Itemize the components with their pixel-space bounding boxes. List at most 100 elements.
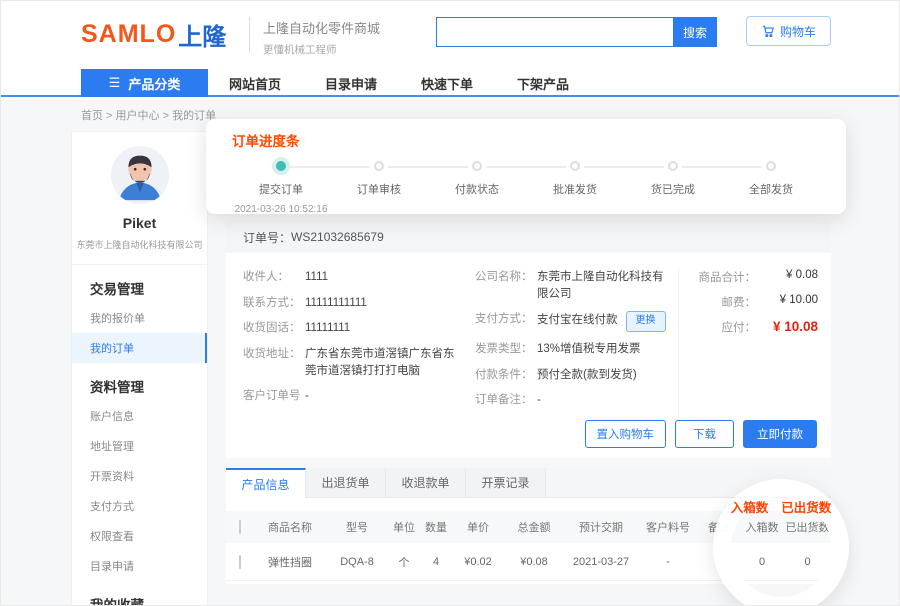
breadcrumb[interactable]: 首页 > 用户中心 > 我的订单 — [81, 107, 216, 123]
category-label: 产品分类 — [128, 74, 180, 93]
step-dot — [668, 161, 678, 171]
tab-shipment-returns[interactable]: 出退货单 — [306, 468, 386, 498]
search-input[interactable] — [436, 17, 673, 47]
header: SAMLO 上隆 上隆自动化零件商城 更懂机械工程师 搜索 购物车 — [1, 1, 899, 69]
field-label: 订单备注： — [475, 392, 537, 409]
col-header: 总金额 — [504, 519, 564, 535]
sidebar-item-invoice-info[interactable]: 开票资料 — [72, 461, 207, 491]
order-detail-card: 订单号： WS21032685679 收件人：1111 联系方式：1111111… — [226, 221, 831, 458]
sidebar-item-my-quotes[interactable]: 我的报价单 — [72, 303, 207, 333]
nav-link-offshelf[interactable]: 下架产品 — [517, 74, 569, 93]
step-label: 订单审核 — [357, 181, 401, 197]
search-button[interactable]: 搜索 — [673, 17, 717, 47]
table-row: 弹性挡圈 DQA-8 个 4 ¥0.02 ¥0.08 2021-03-27 - … — [226, 543, 831, 581]
nav-links: 网站首页 目录申请 快速下单 下架产品 — [229, 69, 569, 97]
logo-cn-text: 上隆 — [178, 17, 226, 52]
tab-product-info[interactable]: 产品信息 — [226, 468, 306, 498]
page: SAMLO 上隆 上隆自动化零件商城 更懂机械工程师 搜索 购物车 ☰ 产品分类… — [0, 0, 900, 606]
sidebar-item-my-orders[interactable]: 我的订单 — [72, 333, 207, 363]
tab-payment-refunds[interactable]: 收退款单 — [386, 468, 466, 498]
step-time: 2021-03-26 10:52:16 — [235, 204, 328, 215]
payment-method-value: 支付宝在线付款更换 — [537, 311, 678, 332]
field-label: 客户订单号 — [243, 388, 305, 405]
cell-remark: - — [698, 556, 740, 568]
sidebar-item-catalog-apply[interactable]: 目录申请 — [72, 551, 207, 581]
row-checkbox[interactable] — [239, 555, 241, 569]
step-submit-order: 提交订单 2021-03-26 10:52:16 — [232, 161, 330, 215]
order-number-label: 订单号： — [243, 229, 291, 246]
address-value: 广东省东莞市道滘镇广东省东莞市道滘镇打打打电脑 — [305, 346, 475, 379]
sidebar-item-permission[interactable]: 权限查看 — [72, 521, 207, 551]
user-name: Piket — [72, 215, 207, 231]
sidebar-item-address[interactable]: 地址管理 — [72, 431, 207, 461]
cell-boxes-in: 0 — [740, 556, 784, 568]
product-category-button[interactable]: ☰ 产品分类 — [81, 69, 208, 97]
step-label: 全部发货 — [749, 181, 793, 197]
search-bar: 搜索 — [436, 17, 717, 47]
avatar[interactable] — [111, 146, 169, 204]
landline-value: 11111111 — [305, 320, 475, 337]
col-header: 已出货数 — [784, 519, 831, 535]
tab-filler — [546, 468, 831, 498]
order-actions: 置入购物车 下载 立即付款 — [585, 420, 818, 448]
cell-unit-price: ¥0.02 — [452, 556, 504, 568]
col-header: 客户料号 — [638, 519, 698, 535]
content-area: 首页 > 用户中心 > 我的订单 订单进度条 提交订单 2021-03-26 1… — [1, 99, 900, 606]
progress-steps: 提交订单 2021-03-26 10:52:16 订单审核 付款状态 批准发货 — [232, 161, 820, 215]
tab-strip: 产品信息 出退货单 收退款单 开票记录 — [226, 468, 831, 498]
field-label: 收货地址： — [243, 346, 305, 379]
logo[interactable]: SAMLO 上隆 — [81, 17, 226, 52]
order-number-band: 订单号： WS21032685679 — [226, 221, 831, 253]
customer-po-value: - — [305, 388, 475, 405]
field-label: 付款条件： — [475, 367, 537, 384]
nav-link-home[interactable]: 网站首页 — [229, 74, 281, 93]
cart-button[interactable]: 购物车 — [746, 16, 831, 46]
sidebar-item-payment-method[interactable]: 支付方式 — [72, 491, 207, 521]
cell-shipped-qty: 0 — [784, 556, 831, 568]
receiver-value: 1111 — [305, 269, 475, 286]
step-dot — [472, 161, 482, 171]
cell-delivery-date: 2021-03-27 — [564, 556, 638, 568]
step-all-shipped: 全部发货 — [722, 161, 820, 215]
field-label: 收件人： — [243, 269, 305, 286]
download-button[interactable]: 下载 — [675, 420, 734, 448]
payment-terms-value: 预付全款(款到发货) — [537, 367, 678, 384]
change-payment-button[interactable]: 更换 — [626, 311, 666, 332]
user-sidebar: Piket 东莞市上隆自动化科技有限公司 交易管理 我的报价单 我的订单 资料管… — [71, 131, 208, 606]
cart-label: 购物车 — [780, 23, 816, 40]
order-number-value: WS21032685679 — [291, 230, 384, 244]
payment-method-text: 支付宝在线付款 — [537, 314, 618, 326]
col-header: 单位 — [388, 519, 420, 535]
step-label: 货已完成 — [651, 181, 695, 197]
col-header: 单价 — [452, 519, 504, 535]
menu-section-favorites: 我的收藏 — [72, 581, 207, 606]
products-section: 产品信息 出退货单 收退款单 开票记录 商品名称 型号 单位 数量 单价 总金额… — [226, 468, 831, 584]
tab-invoice-records[interactable]: 开票记录 — [466, 468, 546, 498]
avatar-block: Piket 东莞市上隆自动化科技有限公司 — [72, 132, 207, 251]
details-left-column: 收件人：1111 联系方式：11111111111 收货固话：11111111 … — [243, 269, 475, 418]
tagline: 上隆自动化零件商城 更懂机械工程师 — [263, 18, 380, 57]
order-remark-value: - — [537, 392, 678, 409]
add-to-cart-button[interactable]: 置入购物车 — [585, 420, 667, 448]
main-nav: ☰ 产品分类 网站首页 目录申请 快速下单 下架产品 — [1, 69, 899, 97]
pay-now-button[interactable]: 立即付款 — [743, 420, 817, 448]
step-label: 批准发货 — [553, 181, 597, 197]
sidebar-item-account-info[interactable]: 账户信息 — [72, 401, 207, 431]
nav-link-catalog-apply[interactable]: 目录申请 — [325, 74, 377, 93]
step-dot — [766, 161, 776, 171]
cart-icon — [761, 24, 775, 38]
col-header: 预计交期 — [564, 519, 638, 535]
order-details: 收件人：1111 联系方式：11111111111 收货固话：11111111 … — [226, 253, 831, 418]
shipping-label: 邮费： — [722, 294, 757, 310]
cell-total: ¥0.08 — [504, 556, 564, 568]
details-mid-column: 公司名称：东莞市上隆自动化科技有限公司 支付方式：支付宝在线付款更换 发票类型：… — [475, 269, 678, 418]
cell-model: DQA-8 — [326, 556, 388, 568]
col-header: 数量 — [420, 519, 452, 535]
cell-customer-part: - — [638, 556, 698, 568]
subtotal-value: ¥ 0.08 — [756, 269, 818, 285]
logo-divider — [249, 17, 250, 53]
step-goods-complete: 货已完成 — [624, 161, 722, 215]
nav-link-quick-order[interactable]: 快速下单 — [421, 74, 473, 93]
cell-product-name[interactable]: 弹性挡圈 — [254, 554, 326, 570]
select-all-checkbox[interactable] — [239, 520, 241, 534]
